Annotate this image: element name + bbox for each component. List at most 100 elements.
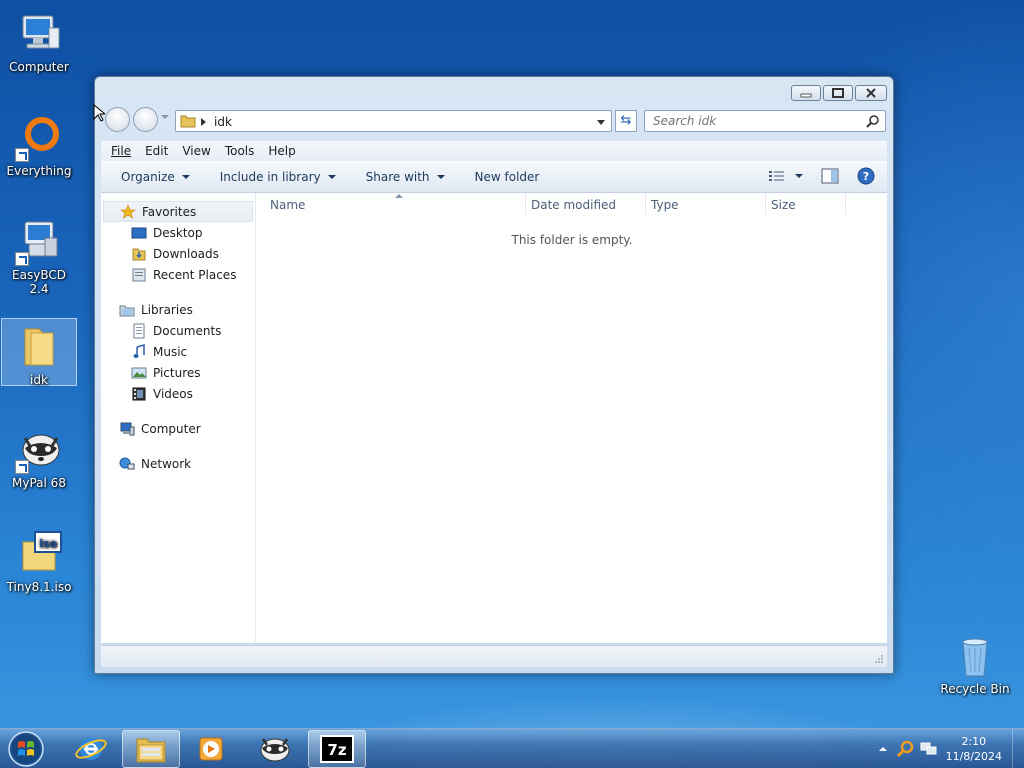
taskbar-media-player[interactable]: [182, 730, 240, 768]
column-date-modified[interactable]: Date modified: [531, 198, 616, 212]
menu-bar: File Edit View Tools Help: [101, 141, 887, 161]
menu-view[interactable]: View: [182, 144, 210, 158]
desktop-icon-everything[interactable]: Everything: [1, 110, 77, 182]
clock-time: 2:10: [961, 735, 987, 748]
taskbar-windows-explorer[interactable]: [122, 730, 180, 768]
column-divider[interactable]: [845, 193, 846, 215]
desktop-icon-tiny-iso[interactable]: iso Tiny8.1.iso: [1, 526, 77, 596]
chevron-down-icon: [436, 174, 445, 179]
back-button[interactable]: [105, 107, 130, 132]
share-with-button[interactable]: Share with: [366, 170, 445, 184]
nav-item-network[interactable]: Network: [101, 453, 255, 474]
breadcrumb-idk[interactable]: idk: [214, 115, 232, 129]
refresh-button[interactable]: ⇆: [615, 110, 637, 132]
nav-item-computer[interactable]: Computer: [101, 418, 255, 439]
column-divider[interactable]: [645, 193, 646, 215]
menu-file[interactable]: File: [111, 144, 131, 158]
empty-folder-message: This folder is empty.: [511, 233, 633, 247]
desktop-icon-idk[interactable]: idk: [1, 318, 77, 387]
menu-edit[interactable]: Edit: [145, 144, 168, 158]
organize-label: Organize: [121, 169, 175, 184]
show-desktop-button[interactable]: [1012, 729, 1024, 768]
maximize-button[interactable]: [823, 85, 853, 101]
shortcut-arrow-icon: [15, 148, 29, 162]
taskbar-internet-explorer[interactable]: [62, 730, 120, 768]
breadcrumb-chevron-icon[interactable]: [201, 118, 206, 126]
music-icon: [133, 343, 145, 358]
desktop-icon-mypal[interactable]: MyPal 68: [1, 422, 77, 492]
address-dropdown-icon[interactable]: [597, 120, 605, 125]
search-tray-icon[interactable]: [896, 739, 916, 759]
menu-tools[interactable]: Tools: [225, 144, 255, 158]
column-type[interactable]: Type: [651, 198, 679, 212]
organize-button[interactable]: Organize: [121, 170, 190, 184]
clock[interactable]: 2:10 11/8/2024: [946, 734, 1002, 764]
network-icon: [119, 457, 135, 469]
nav-item-downloads[interactable]: Downloads: [101, 243, 255, 264]
search-icon[interactable]: [866, 114, 880, 128]
network-tray-icon[interactable]: [920, 740, 938, 758]
nav-label: Favorites: [142, 204, 197, 219]
desktop-icon-label: Computer: [9, 60, 69, 74]
nav-item-desktop[interactable]: Desktop: [101, 222, 255, 243]
resize-grip-icon[interactable]: [874, 654, 884, 664]
forward-button[interactable]: [133, 107, 158, 132]
folder-icon: [180, 115, 196, 128]
nav-item-documents[interactable]: Documents: [101, 320, 255, 341]
change-view-button[interactable]: [769, 170, 803, 182]
desktop-icon-easybcd[interactable]: EasyBCD 2.4: [1, 214, 77, 296]
column-size[interactable]: Size: [771, 198, 796, 212]
nav-item-favorites[interactable]: Favorites: [103, 201, 253, 222]
show-hidden-icons-icon[interactable]: [878, 744, 888, 754]
nav-item-music[interactable]: Music: [101, 341, 255, 362]
file-list-pane[interactable]: Name Date modified Type Size This folder…: [257, 193, 887, 643]
navigation-bar: idk ⇆: [103, 107, 886, 133]
nav-label: Computer: [141, 421, 201, 436]
explorer-window[interactable]: idk ⇆ File Edit View Tools Help Organize…: [94, 76, 894, 674]
nav-group-libraries: Libraries Documents Music Pictures Video…: [101, 299, 255, 404]
everything-icon: [15, 114, 63, 162]
desktop-icon: [131, 227, 147, 238]
include-in-library-button[interactable]: Include in library: [220, 170, 336, 184]
desktop-icon-label: Tiny8.1.iso: [6, 580, 72, 594]
nav-item-libraries[interactable]: Libraries: [101, 299, 255, 320]
explorer-content: Favorites Desktop Downloads Recent Place…: [101, 193, 887, 643]
menu-help[interactable]: Help: [268, 144, 295, 158]
svg-text:iso: iso: [39, 537, 57, 550]
nav-label: Network: [141, 456, 192, 471]
documents-icon: [133, 323, 145, 338]
caption-buttons: [791, 85, 887, 101]
desktop-icon-recycle-bin[interactable]: Recycle Bin: [937, 628, 1013, 698]
preview-pane-icon[interactable]: [821, 168, 839, 184]
nav-label: Documents: [153, 323, 222, 338]
pictures-icon: [131, 367, 147, 378]
easybcd-icon: [15, 218, 63, 266]
taskbar: 7z 2:10 11/8/2024: [0, 728, 1024, 768]
svg-text:?: ?: [863, 170, 869, 183]
search-box[interactable]: [644, 110, 886, 132]
help-icon[interactable]: ?: [857, 167, 875, 185]
taskbar-mypal[interactable]: [246, 730, 304, 768]
minimize-button[interactable]: [791, 85, 821, 101]
nav-item-recent-places[interactable]: Recent Places: [101, 264, 255, 285]
close-button[interactable]: [855, 85, 887, 101]
desktop-icon-computer[interactable]: Computer: [1, 6, 77, 76]
nav-label: Pictures: [153, 365, 201, 380]
column-divider[interactable]: [525, 193, 526, 215]
status-bar: [101, 645, 887, 667]
address-bar[interactable]: idk: [175, 110, 612, 132]
nav-label: Videos: [153, 386, 193, 401]
recent-pages-dropdown[interactable]: [161, 115, 169, 119]
taskbar-7zip[interactable]: 7z: [308, 730, 366, 768]
nav-item-pictures[interactable]: Pictures: [101, 362, 255, 383]
nav-item-videos[interactable]: Videos: [101, 383, 255, 404]
desktop-icon-label: MyPal 68: [12, 476, 66, 490]
column-divider[interactable]: [765, 193, 766, 215]
column-name[interactable]: Name: [270, 198, 305, 212]
share-with-label: Share with: [365, 169, 430, 184]
chevron-down-icon: [795, 174, 803, 178]
new-folder-button[interactable]: New folder: [475, 170, 540, 184]
downloads-folder-icon: [132, 248, 146, 260]
search-input[interactable]: [645, 111, 855, 131]
start-button[interactable]: [6, 730, 46, 768]
